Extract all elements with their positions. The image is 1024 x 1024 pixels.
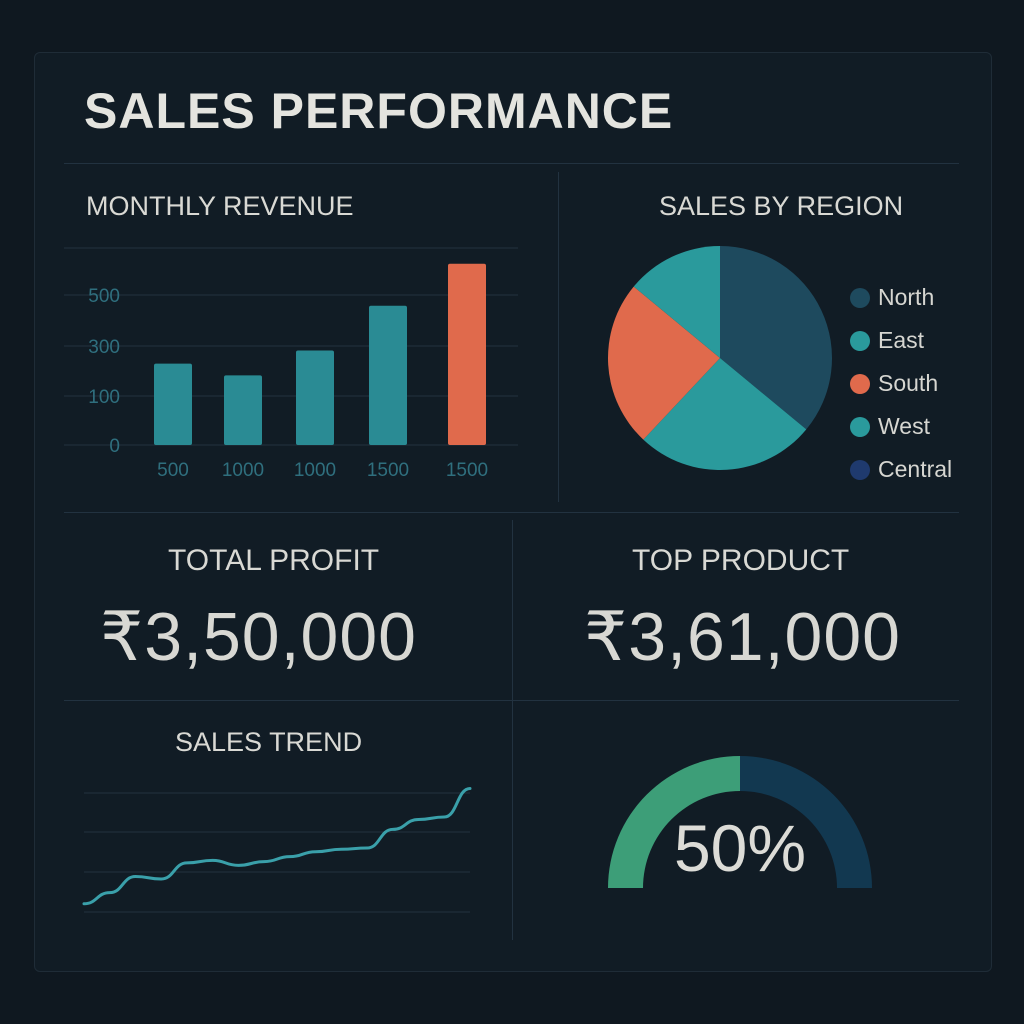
legend-item-central: Central [850, 448, 952, 491]
legend-label: West [878, 413, 930, 439]
legend-swatch [850, 459, 870, 480]
top-product-value: ₹3,61,000 [584, 599, 901, 675]
legend-item-south: South [850, 362, 952, 405]
divider-top [64, 163, 959, 164]
divider-middle [64, 512, 959, 513]
legend-item-north: North [850, 276, 952, 319]
legend-swatch [850, 373, 870, 394]
legend-label: Central [878, 456, 953, 482]
gauge-value-label: 50% [673, 811, 807, 885]
sales-trend-title: SALES TREND [175, 727, 363, 757]
divider-vertical-top [558, 172, 559, 502]
sales-by-region-title: SALES BY REGION [659, 191, 904, 221]
divider-vertical-bottom [512, 520, 513, 940]
legend-swatch [850, 287, 870, 308]
legend-swatch [850, 330, 870, 351]
legend-label: South [878, 370, 939, 396]
legend-label: North [878, 284, 935, 310]
page-title: SALES PERFORMANCE [84, 83, 674, 139]
legend-swatch [850, 416, 870, 437]
top-product-title: TOP PRODUCT [632, 544, 850, 577]
legend-item-east: East [850, 319, 952, 362]
total-profit-value: ₹3,50,000 [100, 599, 417, 675]
legend-item-west: West [850, 405, 952, 448]
total-profit-title: TOTAL PROFIT [168, 544, 380, 577]
region-legend: North East South West Central [850, 276, 952, 491]
legend-label: East [878, 327, 925, 353]
divider-lower [64, 700, 959, 701]
monthly-revenue-title: MONTHLY REVENUE [86, 191, 354, 221]
